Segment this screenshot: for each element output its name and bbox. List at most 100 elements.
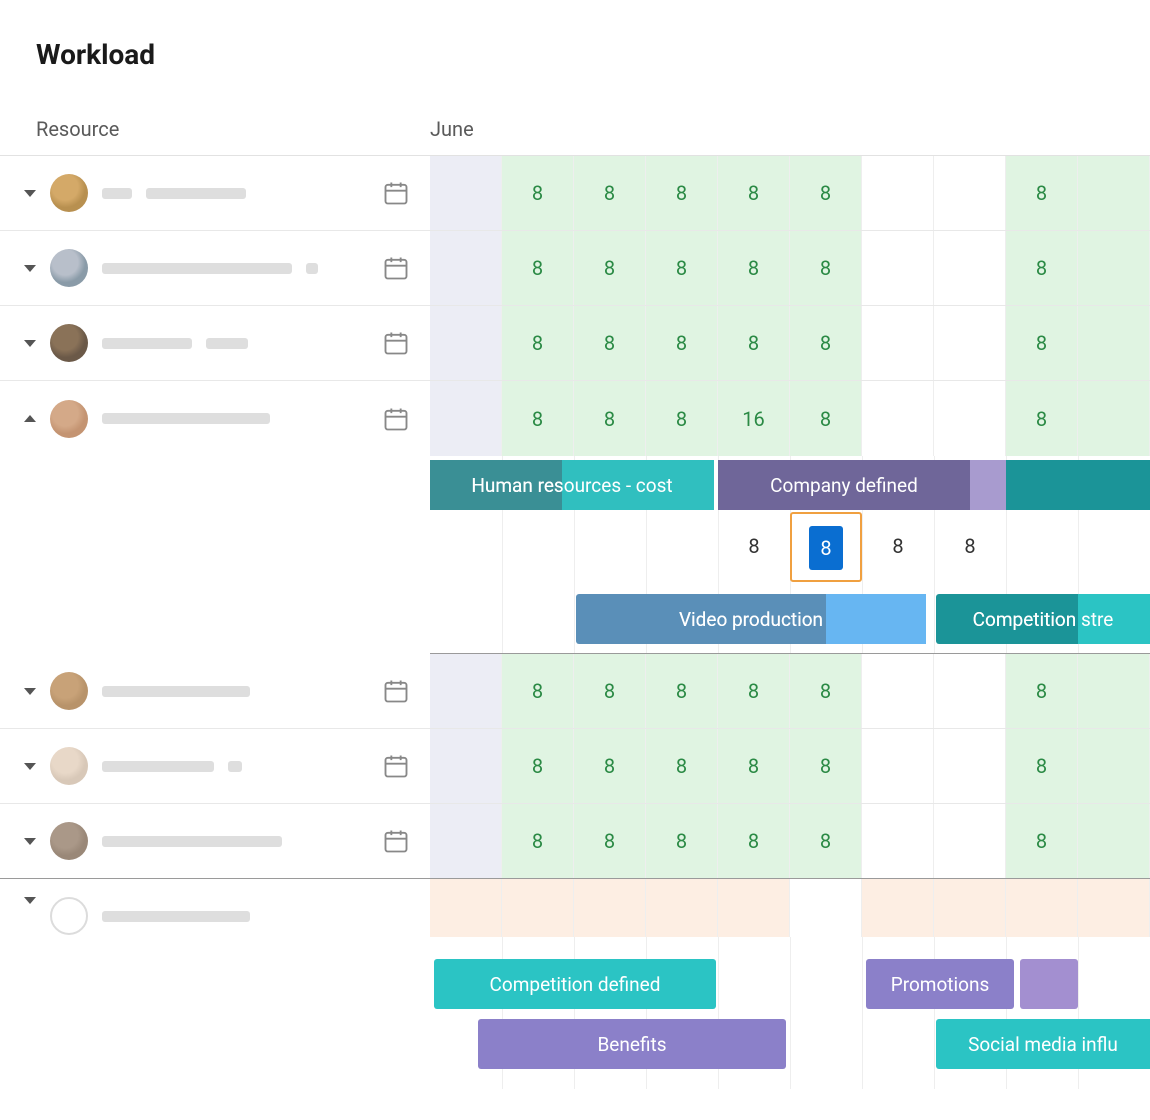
task-label: Promotions: [891, 973, 990, 996]
task-bar-company-defined[interactable]: Company defined: [718, 460, 970, 510]
workload-cell[interactable]: 8: [574, 306, 646, 380]
workload-cell[interactable]: 8: [1006, 381, 1078, 456]
workload-cell[interactable]: 8: [790, 231, 862, 305]
chevron-up-icon[interactable]: [24, 415, 36, 422]
workload-cell[interactable]: 8: [646, 654, 718, 728]
resource-row: 8 8 8 8 8 8: [0, 804, 1150, 879]
workload-cell[interactable]: 8: [502, 729, 574, 803]
calendar-icon[interactable]: [382, 329, 410, 357]
workload-cell[interactable]: 16: [718, 381, 790, 456]
workload-cell[interactable]: 8: [790, 306, 862, 380]
task-bar-promotions[interactable]: Promotions: [866, 959, 1014, 1009]
task-label: Benefits: [597, 1033, 666, 1056]
workload-cell[interactable]: 8: [646, 306, 718, 380]
avatar[interactable]: [50, 174, 88, 212]
calendar-icon[interactable]: [382, 677, 410, 705]
workload-cell[interactable]: 8: [574, 804, 646, 878]
workload-cell[interactable]: 8: [646, 156, 718, 230]
workload-cell[interactable]: 8: [502, 381, 574, 456]
day-value: 8: [862, 534, 934, 558]
workload-cell[interactable]: 8: [574, 729, 646, 803]
resource-row: 8 8 8 8 8 8: [0, 306, 1150, 381]
chevron-down-icon[interactable]: [24, 838, 36, 845]
workload-cell[interactable]: 8: [502, 654, 574, 728]
workload-cell[interactable]: 8: [574, 156, 646, 230]
workload-cell[interactable]: 8: [790, 156, 862, 230]
task-bar-segment[interactable]: [1006, 460, 1150, 510]
resource-detail: Human resources - cost Human resources -…: [0, 456, 1150, 654]
workload-cell[interactable]: 8: [574, 381, 646, 456]
workload-cell[interactable]: [1078, 306, 1150, 380]
workload-cell[interactable]: [1078, 654, 1150, 728]
workload-cell[interactable]: 8: [718, 231, 790, 305]
workload-cell[interactable]: [1078, 729, 1150, 803]
workload-cell[interactable]: 8: [718, 729, 790, 803]
workload-cell[interactable]: 8: [502, 231, 574, 305]
task-bar-segment[interactable]: [970, 460, 1006, 510]
workload-cell[interactable]: 8: [718, 654, 790, 728]
calendar-icon[interactable]: [382, 405, 410, 433]
workload-cell[interactable]: 8: [646, 381, 718, 456]
resource-row: 8 8 8 8 8 8: [0, 654, 1150, 729]
chevron-down-icon[interactable]: [24, 190, 36, 197]
workload-cell[interactable]: 8: [1006, 156, 1078, 230]
workload-cell[interactable]: 8: [790, 804, 862, 878]
workload-cell[interactable]: 8: [1006, 654, 1078, 728]
avatar[interactable]: [50, 324, 88, 362]
workload-cell[interactable]: 8: [1006, 306, 1078, 380]
task-bar-competition-defined[interactable]: Competition defined: [434, 959, 716, 1009]
workload-cell[interactable]: 8: [718, 306, 790, 380]
workload-cell[interactable]: 8: [718, 156, 790, 230]
task-bar-segment[interactable]: [1078, 594, 1150, 644]
chevron-down-icon[interactable]: [24, 265, 36, 272]
page-title: Workload: [0, 0, 1150, 71]
workload-cell[interactable]: 8: [1006, 231, 1078, 305]
task-bar-segment[interactable]: [562, 460, 714, 510]
chevron-down-icon[interactable]: [24, 340, 36, 347]
calendar-icon[interactable]: [382, 752, 410, 780]
task-label: Video production: [679, 608, 823, 631]
chevron-down-icon[interactable]: [24, 688, 36, 695]
task-bar-social-media[interactable]: Social media influ: [936, 1019, 1150, 1069]
resource-row: 8 8 8 8 8 8: [0, 231, 1150, 306]
avatar[interactable]: [50, 672, 88, 710]
workload-cell[interactable]: 8: [790, 729, 862, 803]
task-label: Competition defined: [490, 973, 661, 996]
workload-cell[interactable]: 8: [574, 654, 646, 728]
avatar-empty[interactable]: [50, 897, 88, 935]
avatar[interactable]: [50, 400, 88, 438]
workload-cell[interactable]: 8: [1006, 804, 1078, 878]
day-value: 8: [718, 534, 790, 558]
workload-cell[interactable]: [1078, 231, 1150, 305]
calendar-icon[interactable]: [382, 827, 410, 855]
avatar[interactable]: [50, 822, 88, 860]
selected-day-value[interactable]: 8: [809, 526, 843, 570]
workload-cell[interactable]: 8: [502, 804, 574, 878]
avatar[interactable]: [50, 747, 88, 785]
avatar[interactable]: [50, 249, 88, 287]
workload-cell[interactable]: 8: [502, 306, 574, 380]
workload-cell[interactable]: 8: [718, 804, 790, 878]
chevron-down-icon[interactable]: [24, 897, 36, 904]
task-bar-segment[interactable]: [1020, 959, 1078, 1009]
workload-cell[interactable]: 8: [646, 729, 718, 803]
workload-cell[interactable]: 8: [502, 156, 574, 230]
workload-cell[interactable]: 8: [646, 231, 718, 305]
column-headers: Resource June: [0, 71, 1150, 155]
chevron-down-icon[interactable]: [24, 763, 36, 770]
resource-row: 8 8 8 8 8 8: [0, 156, 1150, 231]
workload-cell[interactable]: 8: [574, 231, 646, 305]
workload-cell[interactable]: 8: [646, 804, 718, 878]
workload-cell[interactable]: 8: [1006, 729, 1078, 803]
calendar-icon[interactable]: [382, 254, 410, 282]
workload-cell[interactable]: 8: [790, 654, 862, 728]
task-bar-benefits[interactable]: Benefits: [478, 1019, 786, 1069]
calendar-icon[interactable]: [382, 179, 410, 207]
workload-cell[interactable]: [1078, 381, 1150, 456]
task-label: Social media influ: [968, 1033, 1118, 1056]
workload-grid: 8 8 8 8 8 8 8 8 8 8 8: [0, 155, 1150, 1089]
workload-cell[interactable]: [1078, 156, 1150, 230]
task-bar-segment[interactable]: [826, 594, 926, 644]
workload-cell[interactable]: [1078, 804, 1150, 878]
workload-cell[interactable]: 8: [790, 381, 862, 456]
